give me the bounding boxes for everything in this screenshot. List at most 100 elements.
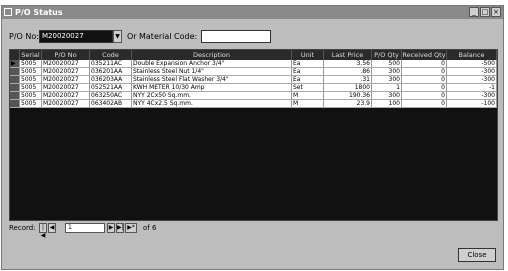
cell-serial: 5005	[20, 76, 42, 84]
cell-code: 036203AA	[90, 76, 132, 84]
cell-code: 036201AA	[90, 68, 132, 76]
cell-desc: Stainless Steel Flat Washer 3/4"	[132, 76, 292, 84]
cell-price: 190.36	[324, 92, 372, 100]
cell-price: .31	[324, 76, 372, 84]
po-grid: Serial P/O No Code Description Unit Last…	[9, 49, 498, 221]
cell-balance: -300	[447, 68, 497, 76]
cell-received: 0	[402, 76, 447, 84]
cell-qty: 1	[372, 84, 402, 92]
cell-selector[interactable]	[10, 68, 20, 76]
title-bar: P/O Status _ □ ×	[2, 6, 503, 19]
table-row[interactable]: 5005 M20020027 036201AA Stainless Steel Nut…	[10, 68, 497, 76]
cell-serial: 5005	[20, 60, 42, 68]
cell-desc: Double Expansion Anchor 3/4"	[132, 60, 292, 68]
header-unit: Unit	[292, 50, 324, 60]
cell-code: 035211AC	[90, 60, 132, 68]
header-po-no: P/O No	[42, 50, 90, 60]
po-status-window: P/O Status _ □ × P/O No: M20020027 ▼ Or …	[1, 5, 504, 270]
header-serial: Serial	[20, 50, 42, 60]
cell-balance: -1	[447, 84, 497, 92]
table-row[interactable]: 5005 M20020027 063250AC NYY 2Cx50 Sq.mm. M 19…	[10, 92, 497, 100]
cell-qty: 100	[372, 100, 402, 108]
last-record-button[interactable]: ▶|	[116, 223, 124, 233]
cell-code: 052521AA	[90, 84, 132, 92]
cell-received: 0	[402, 92, 447, 100]
cell-selector[interactable]	[10, 84, 20, 92]
cell-desc: NYY 2Cx50 Sq.mm.	[132, 92, 292, 100]
cell-unit: Set	[292, 84, 324, 92]
cell-selector[interactable]: ▶	[10, 60, 20, 68]
grid-header: Serial P/O No Code Description Unit Last…	[10, 50, 497, 60]
table-row[interactable]: 5005 M20020027 052521AA KWH METER 10/30 Amp…	[10, 84, 497, 92]
cell-balance: -300	[447, 76, 497, 84]
first-record-button[interactable]: |◀	[39, 223, 47, 239]
header-received-qty: Received Qty	[402, 50, 447, 60]
cell-desc: NYY 4Cx2.5 Sq.mm.	[132, 100, 292, 108]
cell-qty: 300	[372, 92, 402, 100]
header-selector	[10, 50, 20, 60]
cell-price: 3.56	[324, 60, 372, 68]
header-balance: Balance	[447, 50, 497, 60]
cell-received: 0	[402, 84, 447, 92]
header-last-price: Last Price	[324, 50, 372, 60]
cell-selector[interactable]	[10, 76, 20, 84]
cell-po: M20020027	[42, 100, 90, 108]
cell-unit: M	[292, 92, 324, 100]
material-code-label: Material Code:	[139, 32, 198, 41]
cell-selector[interactable]	[10, 92, 20, 100]
cell-code: 063402AB	[90, 100, 132, 108]
window-controls: _ □ ×	[469, 7, 501, 17]
cell-price: 23.9	[324, 100, 372, 108]
po-number-field[interactable]: M20020027	[39, 30, 113, 43]
close-button[interactable]: Close	[458, 248, 496, 262]
cell-received: 0	[402, 100, 447, 108]
table-row[interactable]: 5005 M20020027 036203AA Stainless Steel Fla…	[10, 76, 497, 84]
cell-balance: -300	[447, 92, 497, 100]
table-row[interactable]: 5005 M20020027 063402AB NYY 4Cx2.5 Sq.mm. M 2…	[10, 100, 497, 108]
cell-unit: Ea	[292, 76, 324, 84]
cell-qty: 300	[372, 76, 402, 84]
cell-received: 0	[402, 68, 447, 76]
close-icon[interactable]: ×	[491, 7, 501, 17]
cell-unit: Ea	[292, 68, 324, 76]
cell-qty: 500	[372, 60, 402, 68]
cell-unit: M	[292, 100, 324, 108]
maximize-icon[interactable]: □	[480, 7, 490, 17]
table-row[interactable]: ▶ 5005 M20020027 035211AC Double Expansion A…	[10, 60, 497, 68]
cell-unit: Ea	[292, 60, 324, 68]
cell-received: 0	[402, 60, 447, 68]
app-icon	[4, 8, 12, 16]
cell-desc: Stainless Steel Nut 1/4"	[132, 68, 292, 76]
cell-po: M20020027	[42, 84, 90, 92]
prev-record-button[interactable]: ◀	[48, 223, 56, 233]
cell-balance: -500	[447, 60, 497, 68]
cell-po: M20020027	[42, 76, 90, 84]
cell-price: .86	[324, 68, 372, 76]
cell-qty: 300	[372, 68, 402, 76]
header-description: Description	[132, 50, 292, 60]
cell-po: M20020027	[42, 60, 90, 68]
po-dropdown-button[interactable]: ▼	[113, 30, 122, 43]
cell-price: 1800	[324, 84, 372, 92]
minimize-icon[interactable]: _	[469, 7, 479, 17]
cell-desc: KWH METER 10/30 Amp	[132, 84, 292, 92]
cell-selector[interactable]	[10, 100, 20, 108]
cell-po: M20020027	[42, 92, 90, 100]
cell-serial: 5005	[20, 68, 42, 76]
or-label: Or	[127, 32, 137, 41]
record-number-field[interactable]: 1	[65, 223, 105, 233]
cell-serial: 5005	[20, 92, 42, 100]
cell-serial: 5005	[20, 100, 42, 108]
header-po-qty: P/O Qty	[372, 50, 402, 60]
record-count: of 6	[143, 224, 157, 232]
next-record-button[interactable]: ▶	[107, 223, 115, 233]
cell-balance: -100	[447, 100, 497, 108]
material-code-field[interactable]	[201, 30, 271, 43]
record-label: Record:	[9, 224, 36, 232]
cell-po: M20020027	[42, 68, 90, 76]
header-code: Code	[90, 50, 132, 60]
po-label: P/O No:	[9, 32, 39, 41]
cell-serial: 5005	[20, 84, 42, 92]
new-record-button[interactable]: ▶*	[125, 223, 137, 233]
cell-code: 063250AC	[90, 92, 132, 100]
